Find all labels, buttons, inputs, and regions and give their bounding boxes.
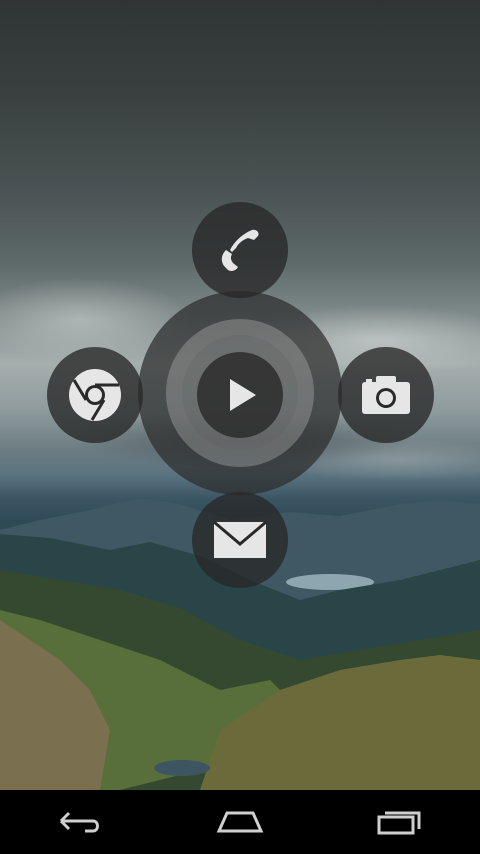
mail-icon	[213, 520, 267, 558]
navigation-bar	[0, 790, 480, 854]
browser-button[interactable]	[47, 347, 143, 443]
email-button[interactable]	[192, 492, 288, 588]
camera-icon	[362, 376, 410, 414]
phone-icon	[221, 229, 259, 271]
camera-button[interactable]	[338, 347, 434, 443]
chrome-icon	[69, 369, 121, 421]
back-button[interactable]	[20, 790, 140, 854]
back-icon	[59, 811, 99, 833]
home-screen	[0, 0, 480, 854]
play-button[interactable]	[197, 352, 283, 438]
play-icon	[230, 379, 256, 411]
home-button[interactable]	[180, 790, 300, 854]
recent-apps-icon	[377, 811, 421, 835]
phone-button[interactable]	[192, 202, 288, 298]
recent-apps-button[interactable]	[340, 790, 460, 854]
home-icon	[216, 811, 264, 833]
radial-launcher	[0, 0, 480, 790]
